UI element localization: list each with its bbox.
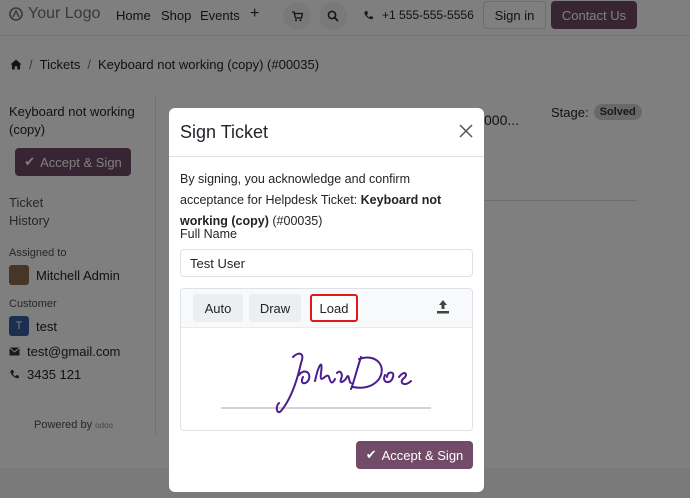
close-icon[interactable] — [458, 123, 474, 139]
check-icon: ✔ — [365, 447, 377, 462]
acknowledgement-text: By signing, you acknowledge and confirm … — [180, 169, 475, 232]
signature-load-button[interactable]: Load — [310, 294, 358, 322]
signature-auto-button[interactable]: Auto — [193, 294, 243, 322]
signature-drawing — [221, 352, 431, 413]
signature-box: Auto Draw Load — [180, 288, 473, 431]
modal-header: Sign Ticket — [169, 108, 484, 157]
accept-sign-label: Accept & Sign — [381, 447, 464, 463]
ack-ticket-ref: (#00035) — [268, 214, 323, 228]
signature-toolbar: Auto Draw Load — [181, 289, 472, 328]
full-name-label: Full Name — [180, 227, 237, 241]
accept-sign-button[interactable]: ✔ Accept & Sign — [356, 441, 473, 469]
upload-icon[interactable] — [436, 299, 450, 315]
full-name-input[interactable] — [180, 249, 473, 277]
signature-draw-button[interactable]: Draw — [249, 294, 301, 322]
signature-canvas[interactable] — [181, 329, 472, 430]
modal-title: Sign Ticket — [180, 122, 269, 142]
sign-ticket-modal: Sign Ticket By signing, you acknowledge … — [169, 108, 484, 492]
